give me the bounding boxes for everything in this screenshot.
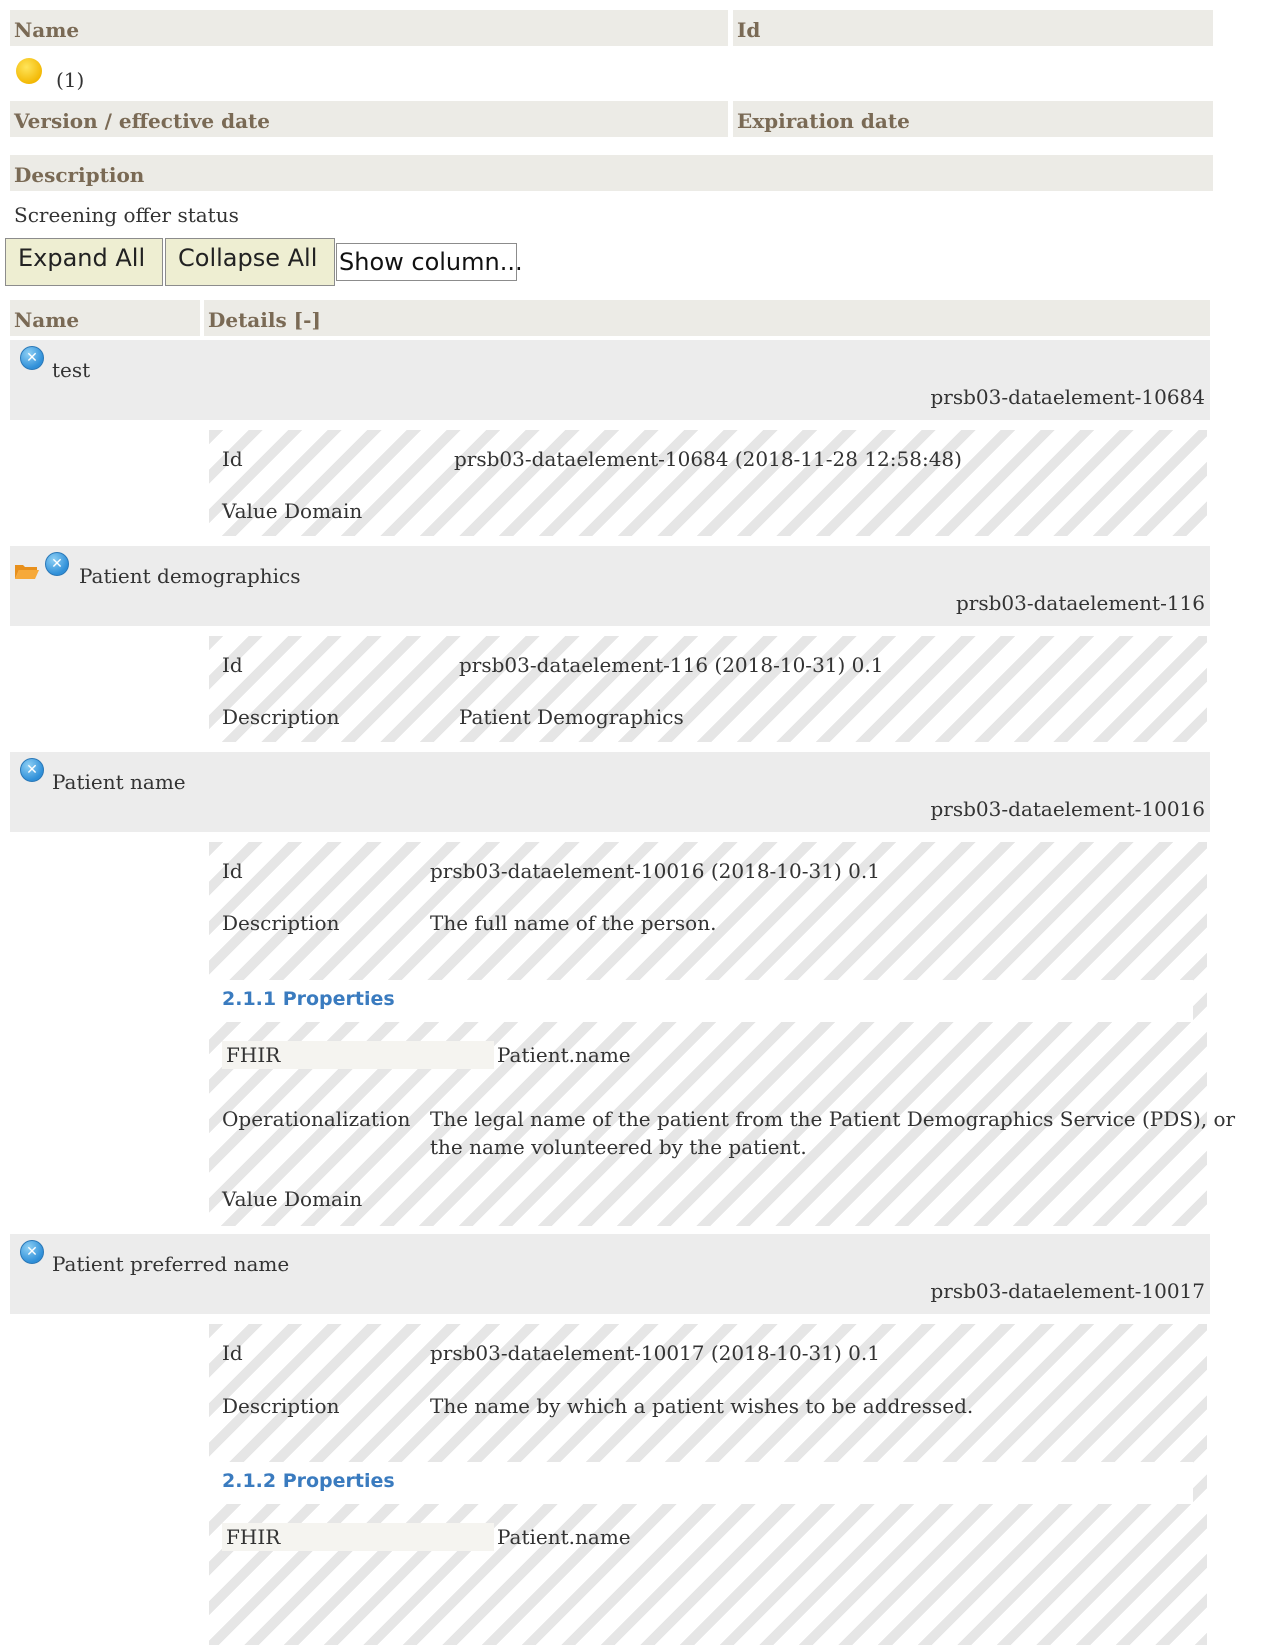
detail-value: Patient Demographics — [459, 705, 684, 729]
value-domain-label: Value Domain — [222, 1187, 363, 1211]
table-col-name: Name — [10, 300, 200, 336]
collapse-icon[interactable]: ✕ — [45, 552, 69, 576]
name-header: Name — [10, 10, 728, 46]
detail-value: prsb03-dataelement-10017 (2018-10-31) 0.… — [430, 1341, 880, 1365]
description-header: Description — [10, 155, 1213, 191]
properties-title: 2.1.1 Properties — [222, 988, 395, 1010]
fhir-label: FHIR — [226, 1525, 281, 1549]
detail-label: Id — [222, 859, 243, 883]
id-header: Id — [733, 10, 1213, 46]
operationalization-value: The legal name of the patient from the P… — [430, 1107, 1236, 1131]
collapse-all-button[interactable]: Collapse All — [165, 238, 335, 286]
operationalization-label: Operationalization — [222, 1107, 411, 1131]
details-panel — [209, 842, 1207, 1226]
item-id: prsb03-dataelement-116 — [955, 591, 1205, 615]
detail-label: Id — [222, 653, 243, 677]
properties-title: 2.1.2 Properties — [222, 1470, 395, 1492]
fhir-value: Patient.name — [497, 1043, 631, 1067]
item-id: prsb03-dataelement-10684 — [930, 385, 1206, 409]
detail-value: The name by which a patient wishes to be… — [430, 1394, 974, 1418]
item-name: Patient name — [52, 770, 186, 794]
description-value: Screening offer status — [14, 203, 239, 227]
show-column-select[interactable]: Show column... — [336, 243, 523, 281]
status-count: (1) — [56, 68, 85, 92]
detail-label: Description — [222, 1394, 340, 1418]
fhir-label: FHIR — [226, 1043, 281, 1067]
detail-label: Value Domain — [222, 499, 363, 523]
expiration-header: Expiration date — [733, 101, 1213, 137]
detail-label: Description — [222, 705, 340, 729]
status-dot-icon — [16, 58, 42, 84]
detail-label: Description — [222, 911, 340, 935]
detail-value: The full name of the person. — [430, 911, 717, 935]
folder-open-icon[interactable] — [14, 562, 40, 580]
collapse-icon[interactable]: ✕ — [20, 1240, 44, 1264]
detail-value: prsb03-dataelement-116 (2018-10-31) 0.1 — [459, 653, 884, 677]
detail-label: Id — [222, 1341, 243, 1365]
table-col-details[interactable]: Details [-] — [204, 300, 1210, 336]
detail-value: prsb03-dataelement-10016 (2018-10-31) 0.… — [430, 859, 880, 883]
details-panel — [209, 636, 1207, 742]
expand-all-button[interactable]: Expand All — [5, 238, 163, 286]
collapse-icon[interactable]: ✕ — [20, 758, 44, 782]
detail-value: prsb03-dataelement-10684 (2018-11-28 12:… — [454, 447, 962, 471]
item-name: Patient preferred name — [52, 1252, 290, 1276]
item-name: test — [52, 358, 91, 382]
item-id: prsb03-dataelement-10016 — [930, 797, 1206, 821]
detail-label: Id — [222, 447, 243, 471]
item-id: prsb03-dataelement-10017 — [930, 1279, 1206, 1303]
fhir-value: Patient.name — [497, 1525, 631, 1549]
operationalization-value: the name volunteered by the patient. — [430, 1135, 807, 1159]
item-name: Patient demographics — [79, 564, 301, 588]
collapse-icon[interactable]: ✕ — [20, 346, 44, 370]
version-header: Version / effective date — [10, 101, 728, 137]
